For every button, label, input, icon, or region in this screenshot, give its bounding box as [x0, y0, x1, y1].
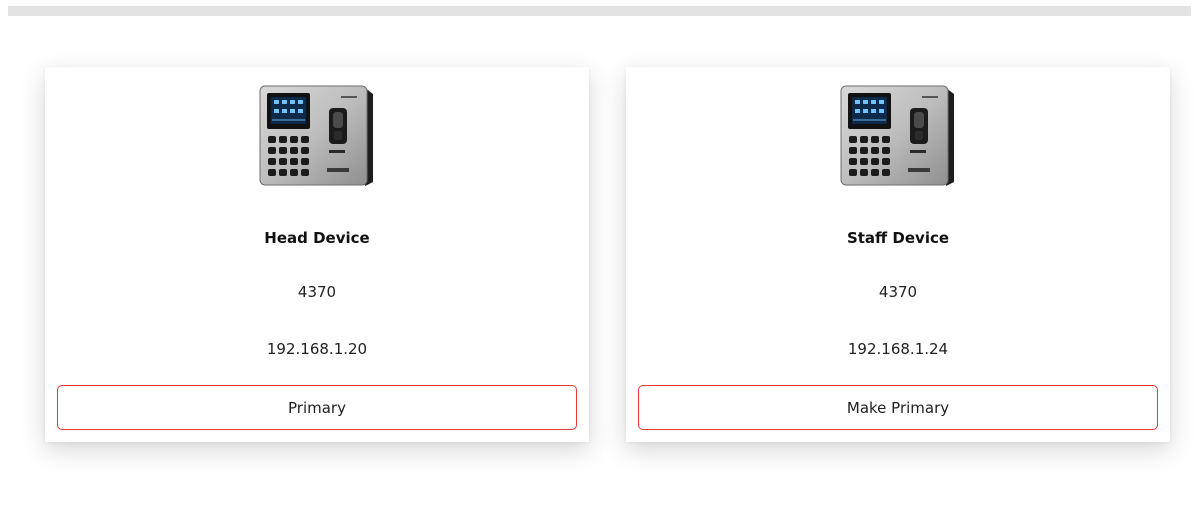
primary-button[interactable]: Primary: [57, 385, 577, 430]
fingerprint-terminal-icon: [840, 85, 954, 186]
device-model: 4370: [878, 283, 918, 301]
device-model: 4370: [297, 283, 337, 301]
device-name: Head Device: [264, 229, 370, 247]
device-name: Staff Device: [846, 229, 950, 247]
devices-panel: Head Device 4370 192.168.1.20 Primary St…: [8, 42, 1191, 529]
device-ip: 192.168.1.20: [266, 340, 368, 358]
device-ip: 192.168.1.24: [847, 340, 949, 358]
device-card-head: Head Device 4370 192.168.1.20 Primary: [45, 67, 589, 442]
device-card-staff: Staff Device 4370 192.168.1.24 Make Prim…: [626, 67, 1170, 442]
top-bar: [8, 6, 1191, 16]
fingerprint-terminal-icon: [259, 85, 373, 186]
make-primary-button[interactable]: Make Primary: [638, 385, 1158, 430]
